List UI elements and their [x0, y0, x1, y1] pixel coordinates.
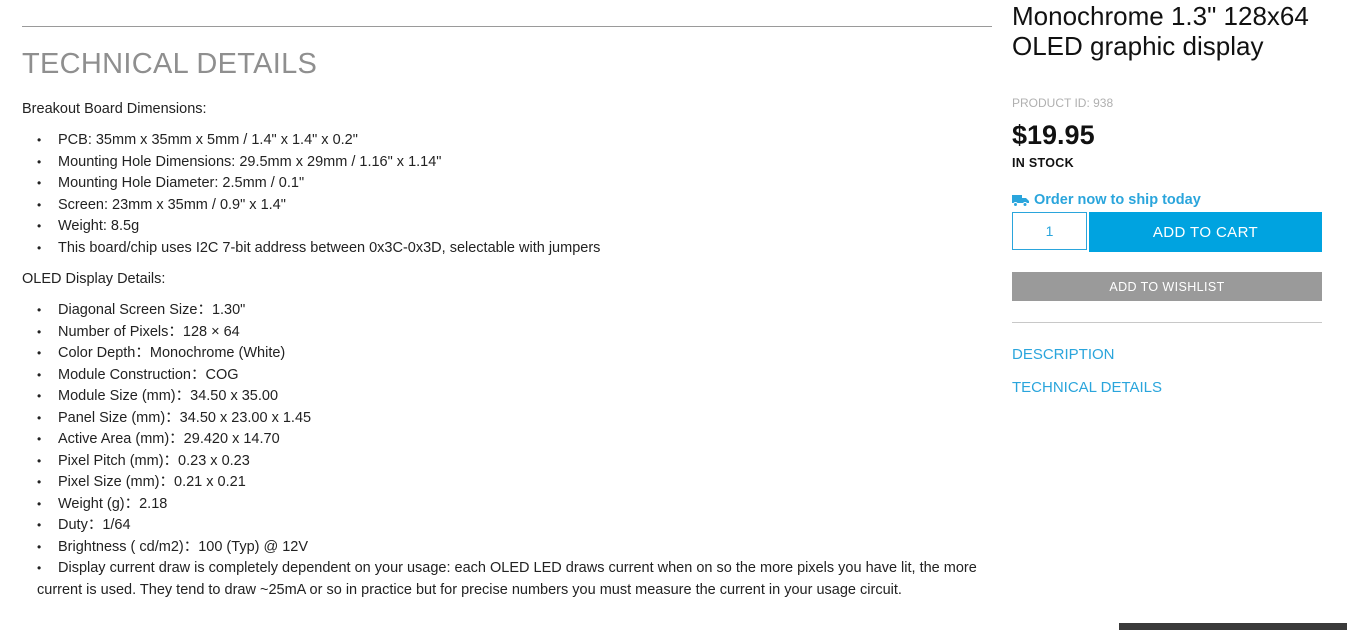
- list-item: Mounting Hole Dimensions: 29.5mm x 29mm …: [22, 152, 992, 174]
- list-item: Color Depth：Monochrome (White): [22, 343, 992, 365]
- oled-details-list: Diagonal Screen Size：1.30" Number of Pix…: [22, 300, 992, 601]
- product-id: PRODUCT ID: 938: [1012, 96, 1114, 110]
- list-item: Active Area (mm)：29.420 x 14.70: [22, 429, 992, 451]
- stock-status: IN STOCK: [1012, 156, 1074, 170]
- quantity-input[interactable]: [1012, 212, 1087, 250]
- list-item: PCB: 35mm x 35mm x 5mm / 1.4" x 1.4" x 0…: [22, 130, 992, 152]
- description-link[interactable]: DESCRIPTION: [1012, 346, 1115, 363]
- list-item: This board/chip uses I2C 7-bit address b…: [22, 238, 992, 260]
- list-item: Weight (g)：2.18: [22, 494, 992, 516]
- breakout-dimensions-list: PCB: 35mm x 35mm x 5mm / 1.4" x 1.4" x 0…: [22, 130, 992, 259]
- oled-details-label: OLED Display Details:: [22, 271, 166, 287]
- list-item: Panel Size (mm)：34.50 x 23.00 x 1.45: [22, 408, 992, 430]
- breakout-dimensions-label: Breakout Board Dimensions:: [22, 101, 207, 117]
- technical-details-link[interactable]: TECHNICAL DETAILS: [1012, 379, 1162, 396]
- list-item: Pixel Pitch (mm)：0.23 x 0.23: [22, 451, 992, 473]
- list-item: Mounting Hole Diameter: 2.5mm / 0.1": [22, 173, 992, 195]
- truck-icon: [1012, 194, 1029, 207]
- add-to-cart-button[interactable]: ADD TO CART: [1089, 212, 1322, 252]
- sidebar-divider: [1012, 322, 1322, 323]
- list-item: Module Construction：COG: [22, 365, 992, 387]
- list-item: Diagonal Screen Size：1.30": [22, 300, 992, 322]
- price: $19.95: [1012, 120, 1095, 150]
- product-title: Monochrome 1.3" 128x64 OLED graphic disp…: [1012, 1, 1309, 61]
- ship-notice: Order now to ship today: [1012, 192, 1201, 208]
- ship-text: Order now to ship today: [1034, 192, 1201, 208]
- current-note-text: Display current draw is completely depen…: [37, 560, 977, 598]
- list-item: Screen: 23mm x 35mm / 0.9" x 1.4": [22, 195, 992, 217]
- list-item: Brightness ( cd/m2)：100 (Typ) @ 12V: [22, 537, 992, 559]
- list-item: Weight: 8.5g: [22, 216, 992, 238]
- list-item: Pixel Size (mm)：0.21 x 0.21: [22, 472, 992, 494]
- list-item: Module Size (mm)：34.50 x 35.00: [22, 386, 992, 408]
- bottom-corner-bar: [1119, 623, 1347, 630]
- list-item: Number of Pixels：128 × 64: [22, 322, 992, 344]
- add-to-wishlist-button[interactable]: ADD TO WISHLIST: [1012, 272, 1322, 301]
- top-divider: [22, 26, 992, 27]
- list-item-current-note: Display current draw is completely depen…: [22, 558, 992, 601]
- list-item: Duty：1/64: [22, 515, 992, 537]
- section-title: TECHNICAL DETAILS: [22, 48, 318, 80]
